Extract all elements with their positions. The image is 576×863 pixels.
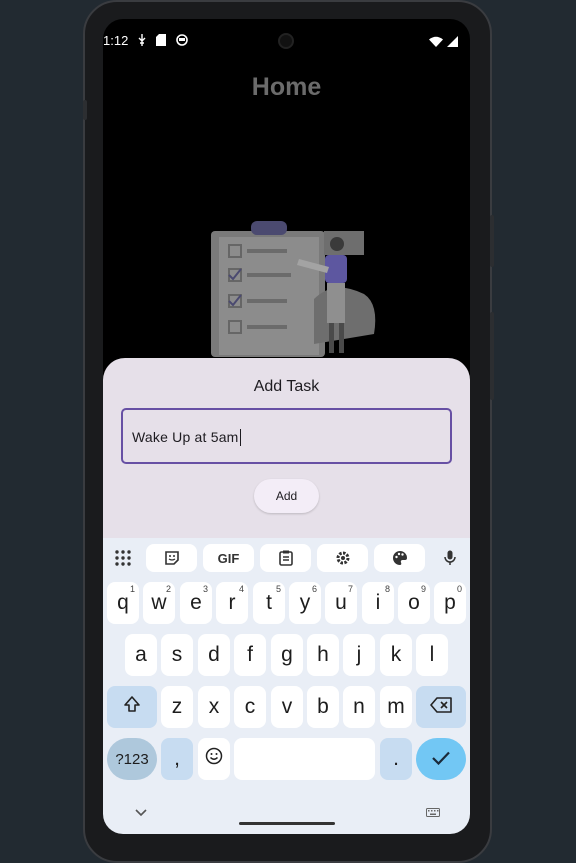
key-v[interactable]: v	[271, 686, 303, 728]
key-c[interactable]: c	[234, 686, 266, 728]
wifi-icon	[429, 35, 443, 50]
key-m[interactable]: m	[380, 686, 412, 728]
key-label: e	[190, 591, 202, 614]
app-notification-icon	[176, 34, 188, 49]
volume-button	[490, 312, 494, 400]
key-hint: 9	[420, 584, 426, 594]
key-t[interactable]: t5	[253, 582, 285, 624]
add-button[interactable]: Add	[254, 479, 319, 513]
gesture-nav-bar[interactable]	[239, 822, 335, 825]
key-y[interactable]: y6	[289, 582, 321, 624]
key-p[interactable]: p0	[434, 582, 466, 624]
power-button	[490, 215, 494, 267]
keyboard-switch-icon[interactable]	[426, 806, 440, 820]
key-g[interactable]: g	[271, 634, 303, 676]
status-time: 1:12	[103, 33, 129, 48]
key-x[interactable]: x	[198, 686, 230, 728]
palette-icon[interactable]	[374, 544, 425, 572]
screen: 1:12 Home Add Task Wake Up at 5am Add GI…	[103, 19, 470, 834]
task-input[interactable]: Wake Up at 5am	[121, 408, 452, 464]
add-task-sheet: Add Task Wake Up at 5am Add	[103, 358, 470, 538]
key-l[interactable]: l	[416, 634, 448, 676]
key-label: w	[151, 591, 167, 614]
key-hint: 7	[347, 584, 353, 594]
key-label: t	[266, 591, 272, 614]
key-label: p	[444, 591, 456, 614]
hide-keyboard-icon[interactable]	[135, 806, 147, 820]
soft-keyboard: GIF q1 w2 e3 r4 t5 y6 u7 i8 o9 p0 a s d	[103, 538, 470, 834]
period-key[interactable]: .	[380, 738, 412, 780]
front-camera	[278, 33, 294, 49]
backspace-key[interactable]	[416, 686, 466, 728]
key-label: u	[335, 591, 347, 614]
settings-icon[interactable]	[317, 544, 368, 572]
key-j[interactable]: j	[343, 634, 375, 676]
key-label: i	[375, 591, 381, 614]
key-label: r	[228, 591, 236, 614]
key-o[interactable]: o9	[398, 582, 430, 624]
emoji-icon	[205, 747, 223, 771]
key-a[interactable]: a	[125, 634, 157, 676]
mic-icon[interactable]	[438, 544, 462, 572]
sd-card-icon	[156, 34, 166, 49]
key-n[interactable]: n	[343, 686, 375, 728]
apps-grid-icon[interactable]	[111, 544, 135, 572]
key-s[interactable]: s	[161, 634, 193, 676]
key-k[interactable]: k	[380, 634, 412, 676]
key-hint: 6	[311, 584, 317, 594]
page-title: Home	[251, 73, 322, 101]
task-input-value: Wake Up at 5am	[132, 429, 239, 445]
key-hint: 0	[456, 584, 462, 594]
space-key[interactable]	[234, 738, 375, 780]
symbols-key[interactable]: ?123	[107, 738, 157, 780]
key-e[interactable]: e3	[180, 582, 212, 624]
side-button	[83, 100, 87, 120]
text-caret	[239, 429, 241, 446]
key-label: y	[299, 591, 311, 614]
gif-button[interactable]: GIF	[203, 544, 254, 572]
shift-key[interactable]	[107, 686, 157, 728]
emoji-key[interactable]	[198, 738, 230, 780]
key-label: q	[117, 591, 129, 614]
key-hint: 2	[165, 584, 171, 594]
key-q[interactable]: q1	[107, 582, 139, 624]
comma-key[interactable]: ,	[161, 738, 193, 780]
key-b[interactable]: b	[307, 686, 339, 728]
clipboard-icon[interactable]	[260, 544, 311, 572]
key-label: o	[408, 591, 420, 614]
key-z[interactable]: z	[161, 686, 193, 728]
key-w[interactable]: w2	[143, 582, 175, 624]
key-d[interactable]: d	[198, 634, 230, 676]
key-hint: 3	[202, 584, 208, 594]
enter-key[interactable]	[416, 738, 466, 780]
sheet-title: Add Task	[253, 378, 320, 395]
sticker-icon[interactable]	[146, 544, 197, 572]
key-h[interactable]: h	[307, 634, 339, 676]
key-hint: 1	[129, 584, 135, 594]
check-icon	[432, 747, 450, 771]
shift-icon	[123, 695, 141, 719]
key-hint: 5	[275, 584, 281, 594]
key-r[interactable]: r4	[216, 582, 248, 624]
keyboard-toolbar: GIF	[103, 544, 470, 572]
key-f[interactable]: f	[234, 634, 266, 676]
signal-icon	[447, 35, 458, 50]
task-illustration	[199, 209, 389, 359]
key-hint: 4	[238, 584, 244, 594]
status-notification-icons	[138, 34, 188, 49]
status-system-icons	[429, 35, 458, 50]
key-hint: 8	[384, 584, 390, 594]
key-i[interactable]: i8	[362, 582, 394, 624]
usb-debug-icon	[138, 34, 146, 49]
key-u[interactable]: u7	[325, 582, 357, 624]
backspace-icon	[430, 695, 452, 719]
